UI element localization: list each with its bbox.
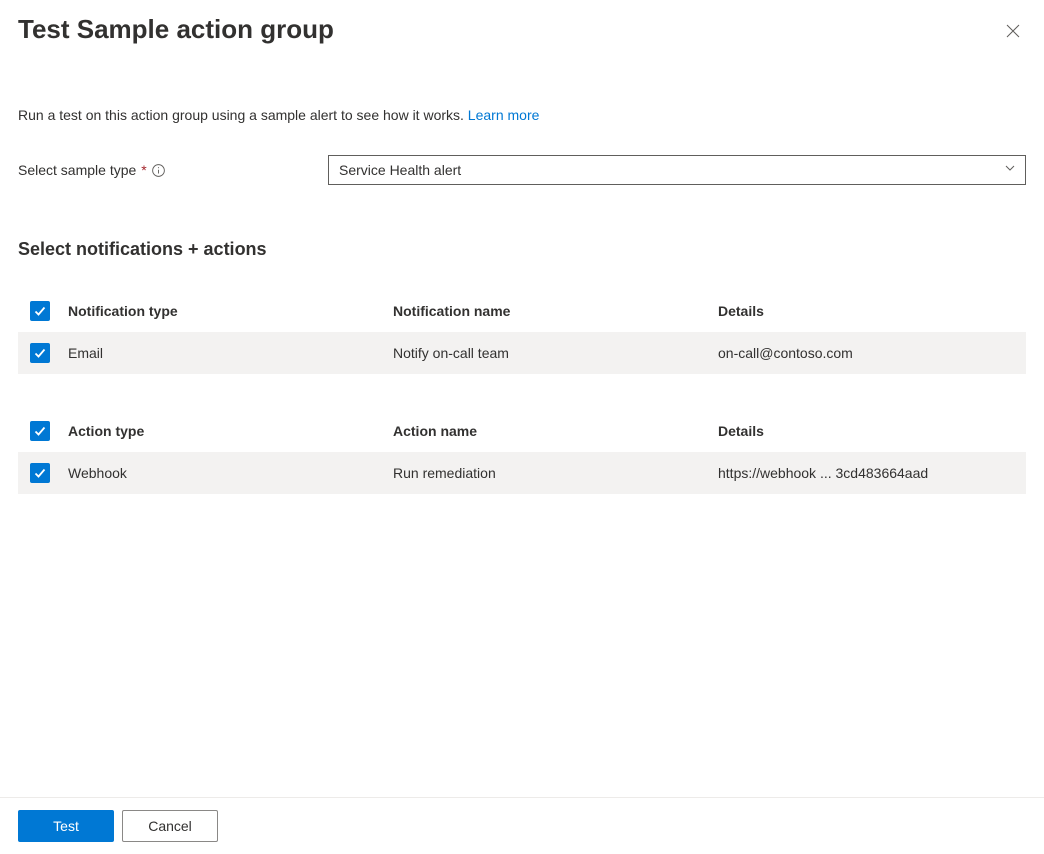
notification-details: on-call@contoso.com bbox=[718, 345, 1014, 361]
sample-type-label-text: Select sample type bbox=[18, 162, 136, 178]
info-icon[interactable] bbox=[152, 163, 166, 177]
notifications-col-details: Details bbox=[718, 303, 1014, 319]
close-button[interactable] bbox=[1000, 18, 1026, 49]
actions-col-type: Action type bbox=[68, 423, 393, 439]
notification-name: Notify on-call team bbox=[393, 345, 718, 361]
action-name: Run remediation bbox=[393, 465, 718, 481]
sample-type-value: Service Health alert bbox=[339, 162, 461, 178]
cancel-button[interactable]: Cancel bbox=[122, 810, 218, 842]
actions-table: Action type Action name Details Webhook … bbox=[18, 410, 1026, 494]
section-title: Select notifications + actions bbox=[18, 239, 1026, 260]
action-type: Webhook bbox=[68, 465, 393, 481]
notifications-header-row: Notification type Notification name Deta… bbox=[18, 290, 1026, 332]
notifications-col-type: Notification type bbox=[68, 303, 393, 319]
notifications-table: Notification type Notification name Deta… bbox=[18, 290, 1026, 374]
footer-bar: Test Cancel bbox=[0, 797, 1044, 854]
test-button[interactable]: Test bbox=[18, 810, 114, 842]
sample-type-label: Select sample type * bbox=[18, 162, 328, 178]
sample-type-select[interactable]: Service Health alert bbox=[328, 155, 1026, 185]
notification-row-checkbox[interactable] bbox=[30, 343, 50, 363]
actions-col-details: Details bbox=[718, 423, 1014, 439]
page-title: Test Sample action group bbox=[18, 14, 334, 45]
description-text: Run a test on this action group using a … bbox=[18, 107, 1026, 123]
table-row[interactable]: Webhook Run remediation https://webhook … bbox=[18, 452, 1026, 494]
close-icon bbox=[1006, 24, 1020, 38]
notification-type: Email bbox=[68, 345, 393, 361]
notifications-select-all-checkbox[interactable] bbox=[30, 301, 50, 321]
notifications-col-name: Notification name bbox=[393, 303, 718, 319]
action-row-checkbox[interactable] bbox=[30, 463, 50, 483]
action-details: https://webhook ... 3cd483664aad bbox=[718, 465, 1014, 481]
learn-more-link[interactable]: Learn more bbox=[468, 107, 540, 123]
description-body: Run a test on this action group using a … bbox=[18, 107, 468, 123]
actions-select-all-checkbox[interactable] bbox=[30, 421, 50, 441]
required-star-icon: * bbox=[141, 162, 146, 178]
actions-header-row: Action type Action name Details bbox=[18, 410, 1026, 452]
table-row[interactable]: Email Notify on-call team on-call@contos… bbox=[18, 332, 1026, 374]
sample-type-row: Select sample type * Service Health aler… bbox=[18, 155, 1026, 185]
actions-col-name: Action name bbox=[393, 423, 718, 439]
